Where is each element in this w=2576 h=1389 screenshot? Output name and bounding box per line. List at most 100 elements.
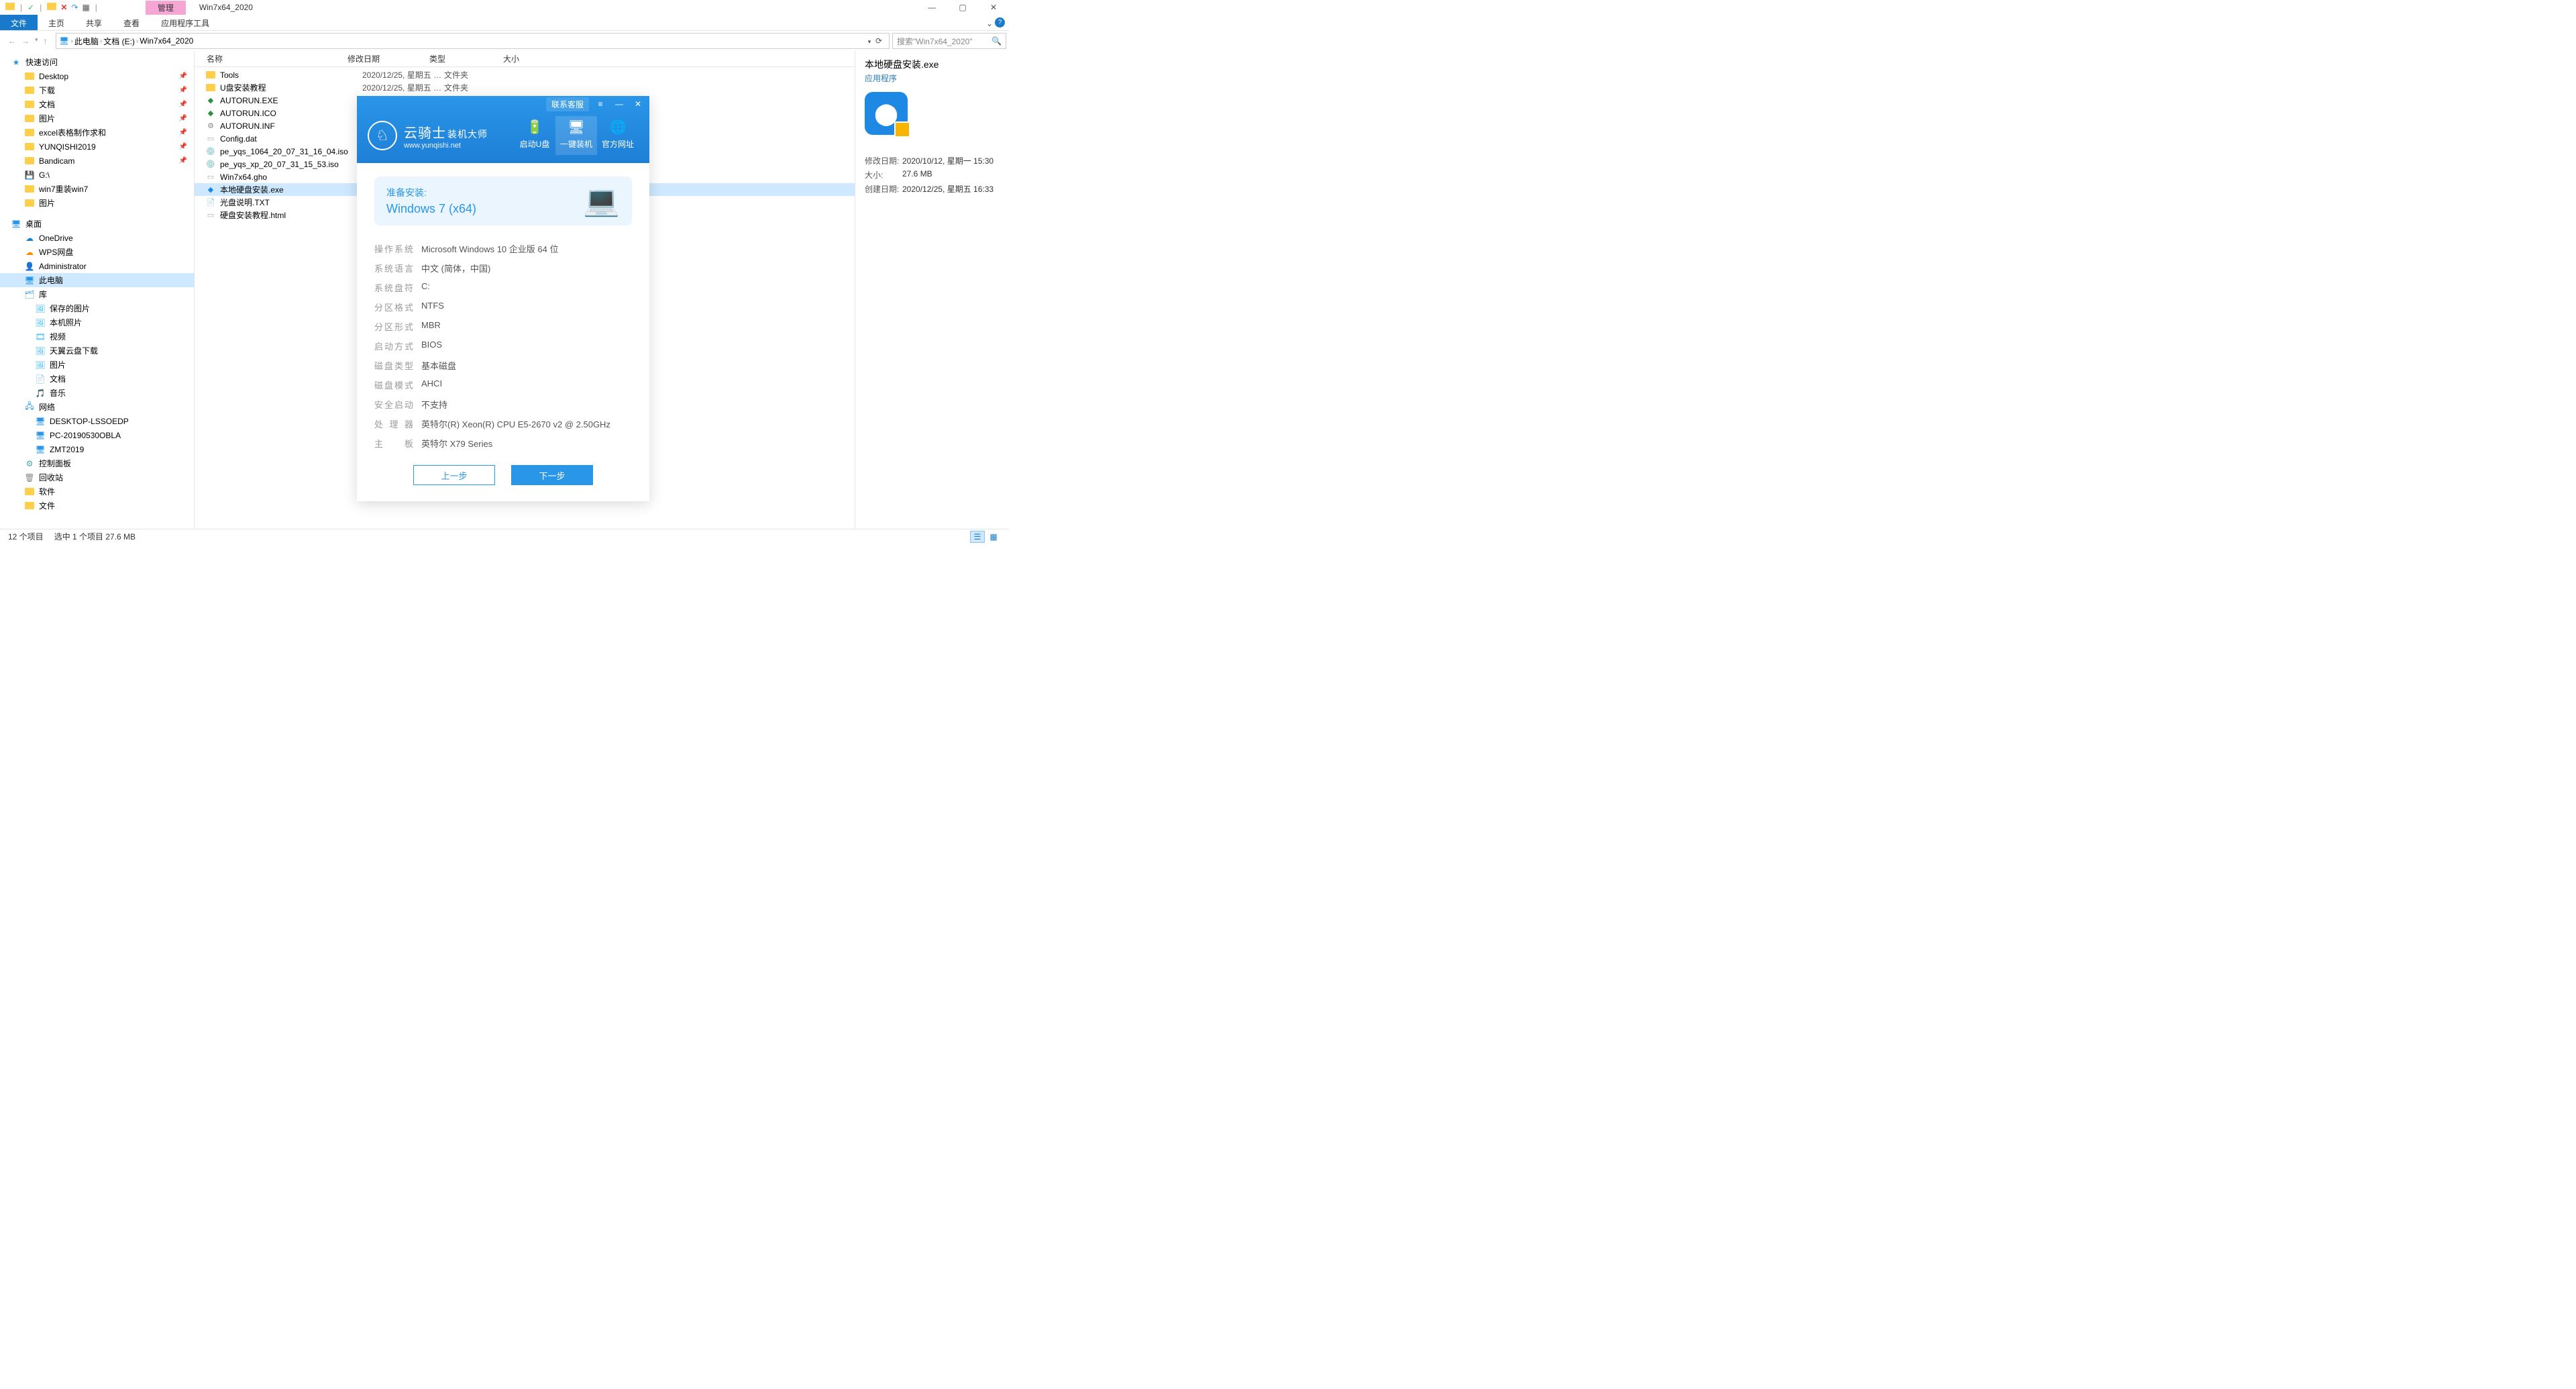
maximize-button[interactable]: ▢ (947, 0, 978, 15)
pin-icon: 📌 (179, 143, 187, 150)
file-row[interactable]: Tools2020/12/25, 星期五 1...文件夹 (195, 68, 855, 81)
yqs-nav-item[interactable]: 🌐官方网址 (597, 116, 639, 155)
refresh-icon[interactable]: ⟳ (875, 36, 882, 46)
nav-quick-item[interactable]: 图片 (0, 196, 194, 210)
nav-desktop[interactable]: 🖥桌面 (0, 217, 194, 231)
print-icon[interactable]: ▦ (82, 3, 89, 12)
folder-icon (5, 3, 15, 12)
file-icon: ▭ (205, 134, 216, 144)
nav-lib-item[interactable]: 🎵音乐 (0, 386, 194, 400)
nav-control-panel[interactable]: ⚙控制面板 (0, 456, 194, 470)
ribbon-tab-home[interactable]: 主页 (38, 15, 75, 30)
nav-software[interactable]: 软件 (0, 484, 194, 499)
nav-network[interactable]: 🖧网络 (0, 400, 194, 414)
nav-network-item[interactable]: 🖥DESKTOP-LSSOEDP (0, 414, 194, 428)
details-value: 2020/12/25, 星期五 16:33 (902, 183, 994, 195)
back-button[interactable]: ← (8, 36, 16, 46)
ribbon-tab-file[interactable]: 文件 (0, 15, 38, 30)
nav-network-item[interactable]: 🖥ZMT2019 (0, 442, 194, 456)
menu-icon[interactable]: ≡ (593, 99, 608, 109)
nav-quick-item[interactable]: Desktop📌 (0, 69, 194, 83)
column-type-header[interactable]: 类型 (429, 53, 503, 64)
column-name-header[interactable]: 名称 (195, 53, 347, 64)
nav-quick-item[interactable]: excel表格制作求和📌 (0, 125, 194, 140)
breadcrumb-seg[interactable]: 此电脑 (74, 36, 99, 47)
file-row[interactable]: U盘安装教程2020/12/25, 星期五 1...文件夹 (195, 81, 855, 94)
column-date-header[interactable]: 修改日期 (347, 53, 429, 64)
nav-onedrive[interactable]: ☁OneDrive (0, 231, 194, 245)
folder-icon (47, 3, 56, 12)
file-type: 文件夹 (444, 82, 518, 93)
library-item-icon: 🖼 (35, 317, 46, 328)
nav-lib-item[interactable]: 🖼本机照片 (0, 315, 194, 329)
next-button[interactable]: 下一步 (511, 465, 593, 485)
breadcrumb-seg[interactable]: 文档 (E:) (103, 36, 135, 47)
nav-quick-item[interactable]: Bandicam📌 (0, 154, 194, 168)
nav-icon: 🔋 (527, 119, 543, 136)
pin-icon: 📌 (179, 115, 187, 122)
search-icon[interactable]: 🔍 (991, 36, 1002, 46)
close-icon[interactable]: ✕ (631, 99, 645, 109)
info-value: AHCI (421, 378, 442, 391)
file-name: 本地硬盘安装.exe (220, 184, 362, 195)
window-title: Win7x64_2020 (199, 3, 253, 12)
close-button[interactable]: ✕ (978, 0, 1009, 15)
folder-icon (24, 85, 35, 96)
nav-this-pc[interactable]: 🖥此电脑 (0, 273, 194, 287)
minimize-button[interactable]: — (916, 0, 947, 15)
delete-icon[interactable]: ✕ (60, 3, 67, 12)
nav-files[interactable]: 文件 (0, 499, 194, 513)
nav-quick-item[interactable]: 下载📌 (0, 83, 194, 97)
file-name: pe_yqs_xp_20_07_31_15_53.iso (220, 160, 362, 169)
column-size-header[interactable]: 大小 (503, 53, 543, 64)
info-label: 处理器 (374, 417, 413, 430)
nav-recycle[interactable]: 🗑回收站 (0, 470, 194, 484)
help-icon[interactable]: ? (995, 17, 1005, 28)
breadcrumb-seg[interactable]: Win7x64_2020 (140, 36, 193, 46)
nav-lib-item[interactable]: 🖼天翼云盘下载 (0, 344, 194, 358)
nav-library[interactable]: 🗂库 (0, 287, 194, 301)
nav-admin[interactable]: 👤Administrator (0, 259, 194, 273)
recent-dropdown-icon[interactable]: ▾ (35, 36, 38, 46)
ribbon-tab-apptools[interactable]: 应用程序工具 (150, 15, 220, 30)
nav-lib-item[interactable]: 📄文档 (0, 372, 194, 386)
chevron-right-icon: › (136, 38, 138, 45)
breadcrumb[interactable]: 🖥 › 此电脑 › 文档 (E:) › Win7x64_2020 ▾ ⟳ (56, 33, 890, 49)
yqs-nav-item[interactable]: 🖥一键装机 (555, 116, 597, 155)
contact-support-button[interactable]: 联系客服 (546, 97, 589, 111)
details-pane: 本地硬盘安装.exe 应用程序 ⬤ 修改日期:2020/10/12, 星期一 1… (855, 51, 1009, 529)
ribbon-collapse-icon[interactable]: ⌄ (986, 19, 993, 28)
search-input[interactable]: 搜索"Win7x64_2020" 🔍 (892, 33, 1006, 49)
nav-lib-item[interactable]: 🖼图片 (0, 358, 194, 372)
nav-quick-item[interactable]: 图片📌 (0, 111, 194, 125)
nav-lib-item[interactable]: 🎞视频 (0, 329, 194, 344)
minimize-icon[interactable]: — (612, 99, 627, 109)
nav-quick-item[interactable]: 💾G:\ (0, 168, 194, 182)
status-selection: 选中 1 个项目 27.6 MB (54, 531, 136, 542)
nav-wps[interactable]: ☁WPS网盘 (0, 245, 194, 259)
redo-icon[interactable]: ↷ (71, 3, 78, 12)
ribbon-tab-share[interactable]: 共享 (75, 15, 113, 30)
yqs-nav-item[interactable]: 🔋启动U盘 (514, 116, 555, 155)
nav-network-item[interactable]: 🖥PC-20190530OBLA (0, 428, 194, 442)
nav-lib-item[interactable]: 🖼保存的图片 (0, 301, 194, 315)
nav-quick-item[interactable]: win7重装win7 (0, 182, 194, 196)
up-button[interactable]: ↑ (44, 36, 48, 46)
file-name: pe_yqs_1064_20_07_31_16_04.iso (220, 147, 362, 156)
chevron-right-icon: › (100, 38, 102, 45)
view-details-icon[interactable]: ☰ (970, 531, 985, 543)
forward-button[interactable]: → (21, 36, 30, 46)
pin-icon: 📌 (179, 87, 187, 94)
info-value: 基本磁盘 (421, 359, 456, 372)
context-tab-manage[interactable]: 管理 (146, 1, 186, 15)
prev-button[interactable]: 上一步 (413, 465, 495, 485)
file-name: 光盘说明.TXT (220, 197, 362, 208)
view-large-icon[interactable]: ▦ (986, 531, 1001, 543)
ribbon-tab-view[interactable]: 查看 (113, 15, 150, 30)
dropdown-icon[interactable]: ▾ (868, 38, 871, 45)
nav-quick-access[interactable]: ★快速访问 (0, 55, 194, 69)
nav-quick-item[interactable]: 文档📌 (0, 97, 194, 111)
file-name: Tools (220, 70, 362, 80)
nav-quick-item[interactable]: YUNQISHI2019📌 (0, 140, 194, 154)
checkmark-icon[interactable]: ✓ (28, 3, 34, 12)
